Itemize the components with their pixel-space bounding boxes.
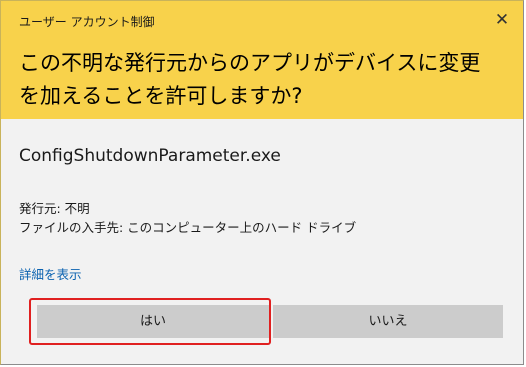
dialog-header: ユーザー アカウント制御 ✕ この不明な発行元からのアプリがデバイスに変更を加え… (1, 1, 523, 119)
yes-button[interactable]: はい (37, 305, 269, 338)
file-origin-info: ファイルの入手先: このコンピューター上のハード ドライブ (19, 220, 357, 235)
permission-question: この不明な発行元からのアプリがデバイスに変更を加えることを許可しますか? (19, 51, 481, 108)
publisher-info: 発行元: 不明 (19, 201, 90, 216)
dialog-body: ConfigShutdownParameter.exe 発行元: 不明 ファイル… (1, 119, 523, 364)
no-button[interactable]: いいえ (273, 305, 503, 338)
close-icon[interactable]: ✕ (493, 11, 511, 29)
program-name: ConfigShutdownParameter.exe (19, 146, 281, 166)
dialog-title: ユーザー アカウント制御 (19, 15, 155, 29)
uac-dialog: ユーザー アカウント制御 ✕ この不明な発行元からのアプリがデバイスに変更を加え… (0, 0, 524, 365)
show-details-link[interactable]: 詳細を表示 (19, 264, 82, 283)
